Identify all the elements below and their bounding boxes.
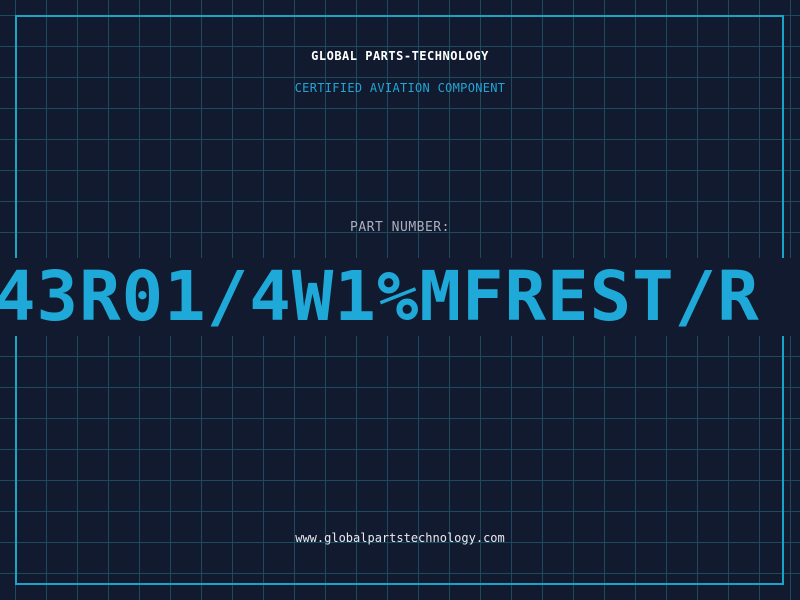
company-name: GLOBAL PARTS-TECHNOLOGY — [311, 49, 489, 63]
website-url: www.globalpartstechnology.com — [295, 531, 505, 545]
part-number-band: 43R01/4W1%MFREST/R — [0, 258, 800, 336]
certification-subtitle: CERTIFIED AVIATION COMPONENT — [294, 81, 506, 95]
part-number-label: PART NUMBER: — [350, 220, 450, 235]
part-number-value: 43R01/4W1%MFREST/R — [0, 258, 760, 336]
certificate-card: GLOBAL PARTS-TECHNOLOGY CERTIFIED AVIATI… — [0, 0, 800, 600]
